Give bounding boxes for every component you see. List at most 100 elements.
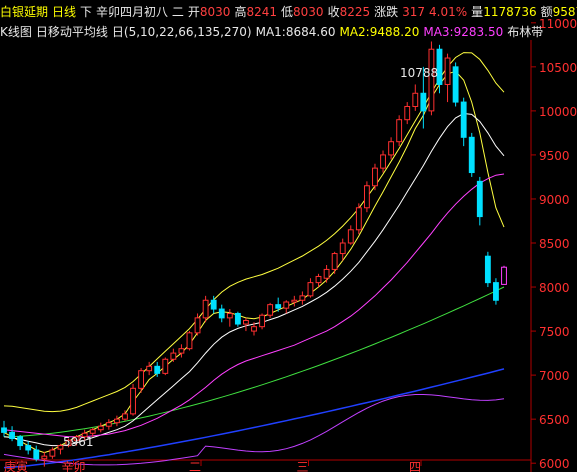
- y-tick-label: 11000: [539, 17, 577, 31]
- y-tick-label: 7500: [539, 325, 570, 339]
- candle-body: [493, 282, 499, 301]
- candle: [1, 420, 7, 437]
- candle-body: [476, 180, 483, 218]
- candle-body: [210, 299, 217, 310]
- candle-body: [202, 299, 209, 319]
- candle: [468, 132, 475, 177]
- candle: [17, 435, 24, 450]
- x-label: 四: [409, 460, 421, 472]
- candle-body: [97, 425, 104, 431]
- candle: [243, 317, 249, 332]
- candle-body: [388, 141, 395, 156]
- candle: [412, 84, 419, 111]
- candle-body: [9, 431, 15, 440]
- candle-body: [178, 348, 185, 354]
- x-label: 庚寅: [4, 459, 28, 472]
- candle: [307, 278, 314, 298]
- candle: [452, 62, 459, 107]
- moving-average-lines: [3, 70, 505, 454]
- candle-body: [412, 92, 419, 107]
- candle-body: [484, 255, 491, 284]
- y-tick-label: 6000: [539, 457, 570, 471]
- candle: [291, 295, 298, 307]
- candle: [178, 344, 185, 358]
- candle: [380, 150, 386, 173]
- candlesticks[interactable]: [1, 41, 507, 467]
- candle-body: [323, 268, 330, 279]
- candle-body: [372, 167, 378, 187]
- candle-body: [291, 299, 298, 303]
- candle-body: [307, 282, 314, 297]
- x-label: 二: [189, 460, 201, 472]
- candle: [299, 291, 306, 305]
- candle: [283, 300, 290, 314]
- candle-body: [468, 136, 475, 174]
- candle: [105, 419, 112, 430]
- candle: [444, 53, 451, 103]
- high-annotation: 10788: [400, 66, 438, 80]
- kline-chart[interactable]: 11000 10500 10000 9500 9000 8500 8000 7500 7000 6…: [0, 0, 577, 472]
- time-axis: 庚寅 辛卯 二 三 四: [4, 459, 422, 472]
- candle: [396, 115, 403, 147]
- candle-body: [122, 413, 128, 420]
- candle: [170, 348, 177, 362]
- candle: [9, 426, 15, 442]
- candle: [339, 238, 346, 261]
- candle-body: [331, 253, 338, 270]
- candle-body: [315, 275, 322, 284]
- candle-body: [243, 320, 249, 325]
- y-tick-label: 9500: [539, 149, 570, 163]
- candle-body: [299, 295, 306, 301]
- candle: [347, 225, 354, 245]
- candle-body: [162, 358, 169, 374]
- candle-body: [170, 352, 177, 360]
- x-label: 三: [297, 460, 309, 472]
- y-tick-label: 9000: [539, 193, 570, 207]
- candle: [130, 383, 136, 416]
- candle: [234, 311, 241, 327]
- stock-kline-window: { "header": { "name": "白银延期", "period": …: [0, 0, 577, 472]
- candle-body: [146, 365, 153, 372]
- candle: [259, 313, 265, 330]
- candle: [25, 441, 32, 455]
- candle: [476, 176, 483, 226]
- candle: [33, 445, 40, 462]
- candle-body: [444, 57, 451, 85]
- candle-body: [452, 66, 459, 103]
- candle: [113, 415, 120, 427]
- y-tick-label: 7000: [539, 369, 570, 383]
- candle-body: [259, 314, 265, 328]
- candle: [355, 203, 362, 235]
- candle-body: [186, 332, 193, 350]
- candle: [218, 304, 225, 323]
- candle: [372, 163, 378, 191]
- candle-body: [25, 445, 32, 451]
- candle-body: [49, 449, 56, 457]
- candle: [226, 309, 233, 327]
- candle-body: [420, 92, 427, 112]
- candle: [186, 331, 193, 351]
- ma-line-ma2: [3, 112, 505, 447]
- low-annotation: 5961: [63, 435, 94, 449]
- candle-body: [275, 304, 282, 309]
- candle-body: [404, 105, 411, 121]
- candle: [267, 302, 274, 318]
- candle-body: [283, 301, 290, 309]
- candle-body: [234, 312, 241, 325]
- candle: [162, 357, 169, 376]
- candle-body: [428, 48, 435, 112]
- candle-body: [226, 312, 233, 319]
- y-tick-label: 10000: [539, 105, 577, 119]
- candle: [493, 278, 499, 305]
- candle: [97, 422, 104, 433]
- candle-body: [113, 418, 120, 424]
- candle-body: [33, 449, 40, 460]
- candle: [460, 97, 467, 147]
- candle: [202, 295, 209, 323]
- y-tick-label: 8000: [539, 281, 570, 295]
- candle-body: [194, 317, 201, 334]
- candle: [484, 251, 491, 288]
- candle: [388, 137, 395, 160]
- y-tick-label: 10500: [539, 61, 577, 75]
- candle-body: [218, 308, 225, 319]
